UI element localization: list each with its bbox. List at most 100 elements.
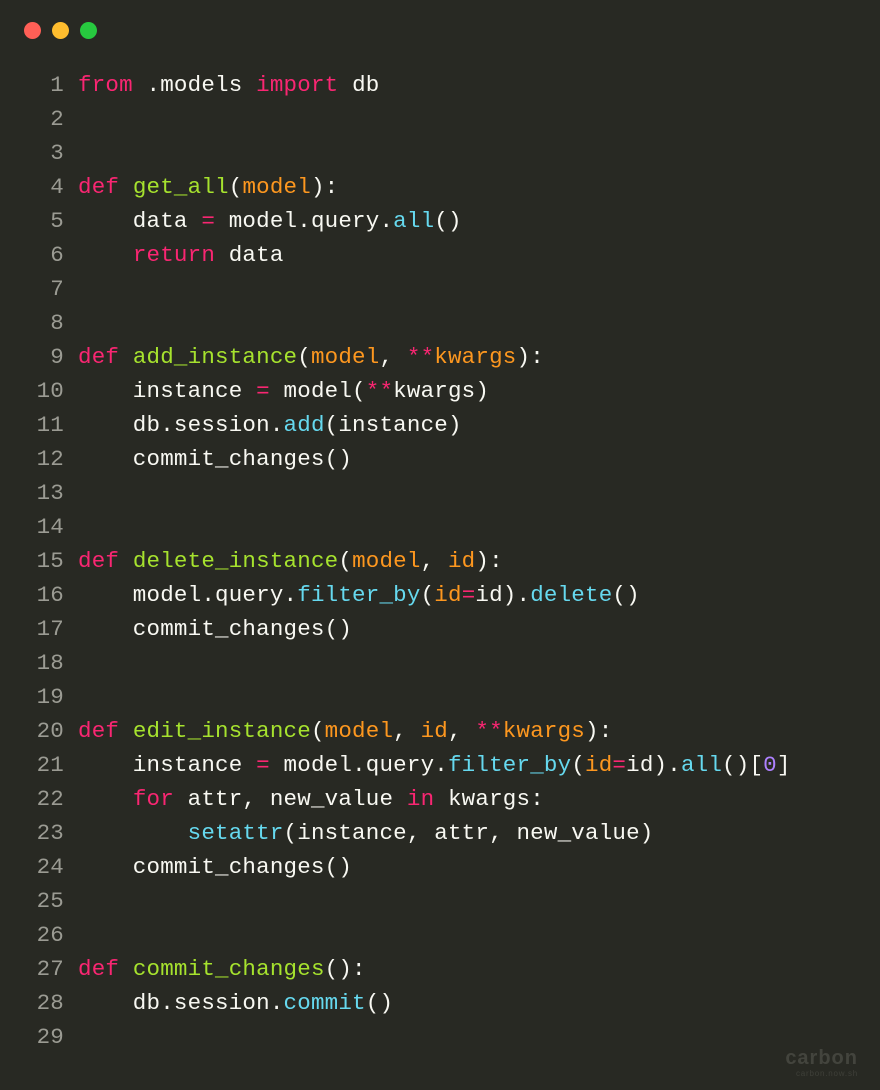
- token-builtin: setattr: [188, 820, 284, 846]
- line-content: for attr, new_value in kwargs:: [78, 782, 544, 816]
- token-name: (): [434, 208, 461, 234]
- token-name: ): [654, 752, 668, 778]
- line-content: def edit_instance(model, id, **kwargs):: [78, 714, 612, 748]
- token-kw: def: [78, 718, 133, 744]
- token-op: =: [256, 378, 270, 404]
- token-param: model: [325, 718, 394, 744]
- code-line: 24 commit_changes(): [20, 850, 860, 884]
- line-number: 23: [20, 816, 78, 850]
- close-icon[interactable]: [24, 22, 41, 39]
- code-line: 27def commit_changes():: [20, 952, 860, 986]
- code-line: 6 return data: [20, 238, 860, 272]
- token-name: ):: [475, 548, 502, 574]
- token-name: ,: [379, 344, 406, 370]
- token-name: session: [174, 412, 270, 438]
- watermark: carbon carbon.now.sh: [785, 1048, 858, 1078]
- line-content: db.session.commit(): [78, 986, 393, 1020]
- line-content: commit_changes(): [78, 612, 352, 646]
- token-name: kwargs): [393, 378, 489, 404]
- code-line: 16 model.query.filter_by(id=id).delete(): [20, 578, 860, 612]
- line-content: from .models import db: [78, 68, 379, 102]
- token-name: ,: [448, 718, 475, 744]
- token-name: .: [379, 208, 393, 234]
- code-line: 10 instance = model(**kwargs): [20, 374, 860, 408]
- token-param: id: [421, 718, 448, 744]
- line-content: model.query.filter_by(id=id).delete(): [78, 578, 640, 612]
- token-name: (: [229, 174, 243, 200]
- zoom-icon[interactable]: [80, 22, 97, 39]
- line-number: 5: [20, 204, 78, 238]
- token-name: session: [174, 990, 270, 1016]
- token-param: model: [242, 174, 311, 200]
- line-number: 8: [20, 306, 78, 340]
- line-number: 27: [20, 952, 78, 986]
- code-line: 28 db.session.commit(): [20, 986, 860, 1020]
- token-name: .: [201, 582, 215, 608]
- token-name: (: [421, 582, 435, 608]
- line-number: 26: [20, 918, 78, 952]
- code-line: 21 instance = model.query.filter_by(id=i…: [20, 748, 860, 782]
- token-param: model: [311, 344, 380, 370]
- token-name: model: [78, 582, 201, 608]
- code-line: 5 data = model.query.all(): [20, 204, 860, 238]
- token-def: edit_instance: [133, 718, 311, 744]
- token-name: instance: [78, 752, 256, 778]
- token-op: **: [475, 718, 502, 744]
- minimize-icon[interactable]: [52, 22, 69, 39]
- token-name: .: [284, 582, 298, 608]
- line-number: 13: [20, 476, 78, 510]
- line-number: 6: [20, 238, 78, 272]
- token-call: all: [681, 752, 722, 778]
- token-name: ():: [325, 956, 366, 982]
- token-name: data: [229, 242, 284, 268]
- code-line: 2: [20, 102, 860, 136]
- token-op: =: [462, 582, 476, 608]
- token-name: .: [147, 72, 161, 98]
- token-name: (instance): [325, 412, 462, 438]
- line-number: 4: [20, 170, 78, 204]
- line-number: 9: [20, 340, 78, 374]
- token-name: id: [626, 752, 653, 778]
- code-line: 18: [20, 646, 860, 680]
- token-def: commit_changes: [133, 956, 325, 982]
- token-kw: for: [133, 786, 188, 812]
- token-name: kwargs:: [448, 786, 544, 812]
- code-line: 23 setattr(instance, attr, new_value): [20, 816, 860, 850]
- token-name: (: [297, 344, 311, 370]
- token-name: query: [366, 752, 435, 778]
- token-op: =: [256, 752, 270, 778]
- token-name: .: [352, 752, 366, 778]
- line-number: 21: [20, 748, 78, 782]
- token-def: get_all: [133, 174, 229, 200]
- line-number: 1: [20, 68, 78, 102]
- token-name: [78, 242, 133, 268]
- token-param: kwargs: [503, 718, 585, 744]
- code-line: 11 db.session.add(instance): [20, 408, 860, 442]
- token-name: .: [667, 752, 681, 778]
- token-call: all: [393, 208, 434, 234]
- token-kw: def: [78, 344, 133, 370]
- token-name: .: [270, 990, 284, 1016]
- token-param: model: [352, 548, 421, 574]
- code-line: 15def delete_instance(model, id):: [20, 544, 860, 578]
- line-number: 3: [20, 136, 78, 170]
- line-content: instance = model(**kwargs): [78, 374, 489, 408]
- window-controls: [24, 18, 860, 42]
- line-content: def commit_changes():: [78, 952, 366, 986]
- token-name: .: [160, 990, 174, 1016]
- token-num: 0: [763, 752, 777, 778]
- token-name: data: [78, 208, 201, 234]
- token-name: .: [160, 412, 174, 438]
- token-name: .: [270, 412, 284, 438]
- code-line: 7: [20, 272, 860, 306]
- line-number: 25: [20, 884, 78, 918]
- line-number: 10: [20, 374, 78, 408]
- token-op: =: [612, 752, 626, 778]
- line-content: data = model.query.all(): [78, 204, 462, 238]
- code-area[interactable]: 1from .models import db234def get_all(mo…: [20, 68, 860, 1054]
- token-name: id: [475, 582, 502, 608]
- token-name: ,: [421, 548, 448, 574]
- line-number: 7: [20, 272, 78, 306]
- token-name: [78, 820, 188, 846]
- watermark-sub: carbon.now.sh: [785, 1070, 858, 1078]
